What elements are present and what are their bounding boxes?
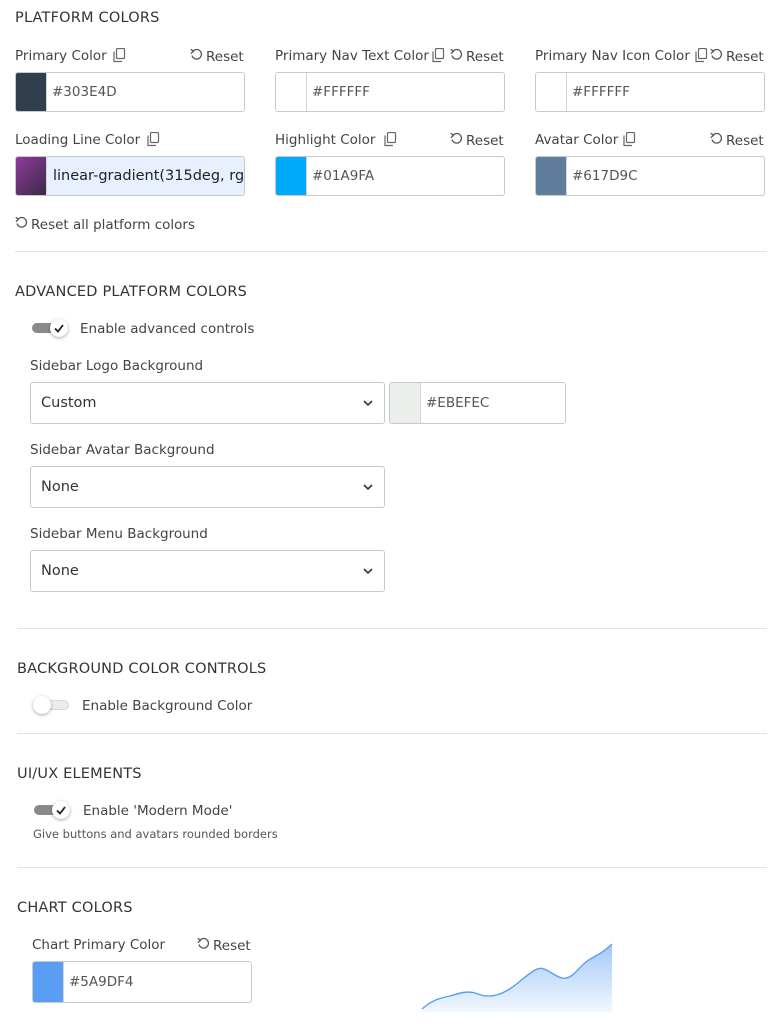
color-swatch[interactable] [16,73,47,111]
select-value: None [41,479,79,495]
avatar-color-input[interactable]: #617D9C [535,156,765,196]
copy-icon[interactable] [432,47,445,67]
primary-nav-icon-color-input[interactable]: #FFFFFF [535,72,765,112]
reset-icon [710,132,723,149]
reset-label: Reset [466,132,504,149]
toggle-knob [50,319,68,337]
color-value: linear-gradient(315deg, rgb [53,168,244,184]
advanced-controls-label: Enable advanced controls [80,321,255,337]
copy-icon[interactable] [384,131,397,151]
sidebar-logo-bg-color-input[interactable]: #EBEFEC [389,382,566,424]
reset-icon [450,132,463,149]
sidebar-menu-bg-label: Sidebar Menu Background [30,526,208,542]
divider [17,628,767,629]
color-swatch[interactable] [33,962,64,1002]
color-swatch[interactable] [16,157,47,195]
chevron-down-icon [363,568,373,575]
reset-label: Reset [466,48,504,65]
sidebar-menu-bg-select[interactable]: None [30,550,385,592]
reset-all-label: Reset all platform colors [31,216,195,233]
sidebar-avatar-bg-label: Sidebar Avatar Background [30,442,215,458]
primary-color-reset-button[interactable]: Reset [190,48,244,65]
modern-mode-toggle[interactable] [34,801,72,819]
background-color-controls-title: BACKGROUND COLOR CONTROLS [17,661,267,677]
advanced-platform-colors-title: ADVANCED PLATFORM COLORS [15,284,247,300]
select-value: None [41,563,79,579]
modern-mode-hint: Give buttons and avatars rounded borders [33,827,278,841]
sidebar-avatar-bg-select[interactable]: None [30,466,385,508]
copy-icon[interactable] [623,131,636,151]
loading-line-color-input[interactable]: linear-gradient(315deg, rgb [15,156,245,196]
color-swatch[interactable] [536,73,567,111]
chevron-down-icon [363,484,373,491]
color-swatch[interactable] [276,157,307,195]
highlight-color-label: Highlight Color [275,132,376,148]
chart-primary-color-label: Chart Primary Color [32,937,166,953]
advanced-controls-toggle[interactable] [32,319,70,337]
avatar-color-reset-button[interactable]: Reset [710,132,764,149]
color-swatch[interactable] [536,157,567,195]
uiux-elements-title: UI/UX ELEMENTS [17,766,142,782]
primary-nav-icon-color-label: Primary Nav Icon Color [535,48,690,64]
color-value: #01A9FA [312,168,375,184]
loading-line-color-label: Loading Line Color [15,132,141,148]
primary-color-input[interactable]: #303E4D [15,72,245,112]
check-icon [56,805,66,815]
modern-mode-label: Enable 'Modern Mode' [83,803,233,819]
divider [17,733,767,734]
platform-colors-title: PLATFORM COLORS [15,10,160,26]
primary-nav-text-color-label: Primary Nav Text Color [275,48,429,64]
background-color-label: Enable Background Color [82,698,253,714]
divider [15,251,767,252]
color-value: #FFFFFF [312,84,370,100]
check-icon [54,323,64,333]
sparkline-area [422,944,612,1012]
reset-label: Reset [726,132,764,149]
color-swatch[interactable] [276,73,307,111]
copy-icon[interactable] [147,131,160,151]
reset-all-platform-colors-button[interactable]: Reset all platform colors [15,216,195,233]
reset-icon [197,937,210,954]
primary-nav-text-reset-button[interactable]: Reset [450,48,504,65]
color-value: #303E4D [52,84,117,100]
chart-preview-sparkline [421,943,613,1012]
copy-icon[interactable] [695,47,708,67]
reset-icon [710,48,723,65]
select-value: Custom [41,395,97,411]
toggle-knob [33,696,51,714]
primary-nav-text-color-input[interactable]: #FFFFFF [275,72,505,112]
background-color-toggle[interactable] [33,696,71,714]
primary-color-label: Primary Color [15,48,107,64]
chart-primary-reset-button[interactable]: Reset [197,937,251,954]
divider [17,867,767,868]
color-value: #617D9C [572,168,638,184]
chart-colors-title: CHART COLORS [17,900,133,916]
copy-icon[interactable] [113,47,126,67]
color-value: #FFFFFF [572,84,630,100]
chart-primary-color-input[interactable]: #5A9DF4 [32,961,252,1003]
sidebar-logo-bg-label: Sidebar Logo Background [30,358,204,374]
color-value: #EBEFEC [426,395,490,411]
reset-label: Reset [726,48,764,65]
avatar-color-label: Avatar Color [535,132,619,148]
reset-icon [190,48,203,65]
reset-label: Reset [213,937,251,954]
color-swatch[interactable] [390,383,421,423]
reset-icon [450,48,463,65]
reset-icon [15,216,28,233]
highlight-color-reset-button[interactable]: Reset [450,132,504,149]
primary-nav-icon-reset-button[interactable]: Reset [710,48,764,65]
highlight-color-input[interactable]: #01A9FA [275,156,505,196]
chevron-down-icon [363,400,373,407]
sidebar-logo-bg-select[interactable]: Custom [30,382,385,424]
toggle-knob [52,801,70,819]
color-value: #5A9DF4 [69,974,134,990]
reset-label: Reset [206,48,244,65]
